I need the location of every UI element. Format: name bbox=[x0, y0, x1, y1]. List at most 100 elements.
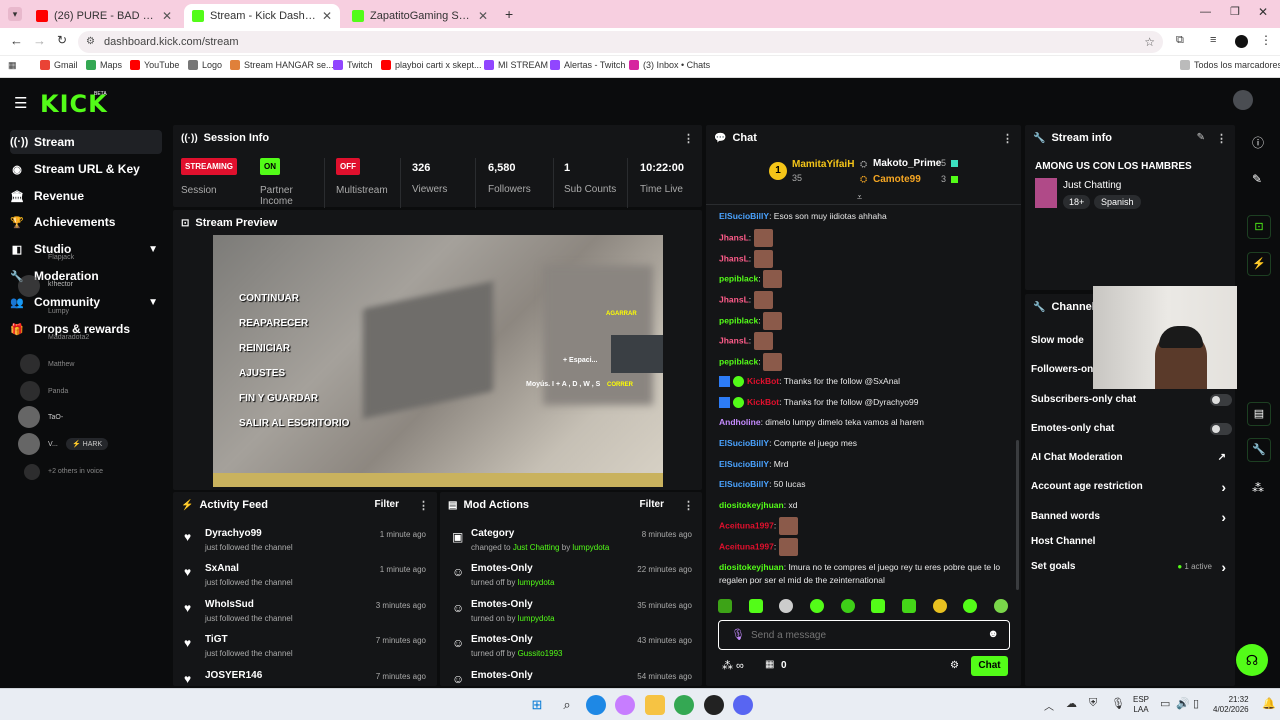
user-avatar[interactable] bbox=[1233, 90, 1253, 110]
more-options-icon[interactable]: ⋮ bbox=[418, 499, 429, 512]
list-item[interactable]: ♥ JOSYER146 7 minutes ago bbox=[180, 670, 432, 684]
edge-icon[interactable] bbox=[586, 695, 606, 715]
account-age-row[interactable]: Account age restriction › bbox=[1031, 479, 1226, 497]
bookmark-star-icon[interactable]: ☆ bbox=[1144, 31, 1155, 53]
ai-moderation-row[interactable]: AI Chat Moderation ↗ bbox=[1031, 452, 1226, 468]
chat-username[interactable]: KickBot bbox=[747, 397, 779, 407]
battery-icon[interactable]: ▯ bbox=[1193, 697, 1199, 710]
filter-button[interactable]: Filter bbox=[375, 499, 399, 510]
minimize-icon[interactable]: — bbox=[1200, 6, 1211, 18]
discord-icon[interactable] bbox=[733, 695, 753, 715]
emote-icon[interactable] bbox=[809, 599, 824, 613]
chat-settings-icon[interactable]: ⚙ bbox=[950, 660, 959, 671]
site-info-icon[interactable]: ⚙ bbox=[86, 31, 95, 53]
new-tab-icon[interactable]: + bbox=[505, 6, 513, 22]
category-name[interactable]: Just Chatting bbox=[1063, 180, 1121, 191]
list-item[interactable]: ☺ Emotes-Only 54 minutes ago bbox=[448, 670, 698, 684]
sidebar-item-revenue[interactable]: 🏛 Revenue bbox=[10, 184, 162, 208]
reload-icon[interactable]: ↻ bbox=[57, 33, 67, 47]
media-icon[interactable]: ≡ bbox=[1210, 34, 1216, 46]
chrome-icon[interactable] bbox=[674, 695, 694, 715]
chat-username[interactable]: pepiblack bbox=[719, 315, 758, 325]
close-icon[interactable]: ✕ bbox=[162, 9, 172, 23]
url-field[interactable]: ⚙ dashboard.kick.com/stream ☆ bbox=[78, 31, 1163, 53]
more-options-icon[interactable]: ⋮ bbox=[683, 499, 694, 512]
chat-username[interactable]: Aceituna1997 bbox=[719, 520, 774, 530]
emotes-only-row[interactable]: Emotes-only chat bbox=[1031, 423, 1232, 439]
subscribers-only-toggle[interactable] bbox=[1210, 394, 1232, 406]
collapse-icon[interactable]: ⩡ bbox=[857, 192, 862, 203]
set-goals-row[interactable]: Set goals ● 1 active › bbox=[1031, 559, 1226, 577]
edit-icon[interactable]: ✎ bbox=[1252, 172, 1262, 186]
chat-username[interactable]: pepiblack bbox=[719, 273, 758, 283]
subscribers-only-row[interactable]: Subscribers-only chat bbox=[1031, 394, 1232, 410]
emote-icon[interactable] bbox=[871, 599, 886, 613]
more-options-icon[interactable]: ⋮ bbox=[683, 132, 694, 145]
emote-icon[interactable] bbox=[963, 599, 978, 613]
screenshot-icon[interactable]: ⊡ bbox=[1247, 215, 1271, 239]
bookmark-mi-stream[interactable]: MI STREAM bbox=[484, 60, 548, 70]
chat-username[interactable]: ElSucioBillY bbox=[719, 479, 769, 489]
language-indicator[interactable]: ESP LAA bbox=[1133, 695, 1149, 715]
file-explorer-icon[interactable] bbox=[645, 695, 665, 715]
chat-username[interactable]: ElSucioBillY bbox=[719, 438, 769, 448]
chat-message-input[interactable] bbox=[751, 626, 981, 644]
search-icon[interactable]: ⌕ bbox=[557, 695, 577, 715]
bookmark-alertas[interactable]: Alertas - Twitch bbox=[550, 60, 625, 70]
tab-kick-dashboard[interactable]: Stream - Kick Dashboard ✕ bbox=[184, 4, 340, 28]
network-icon[interactable]: ▭ bbox=[1160, 697, 1170, 710]
channel-points-icon[interactable]: ⁂ ∞ bbox=[722, 659, 744, 672]
copilot-icon[interactable] bbox=[615, 695, 635, 715]
list-item[interactable]: ♥ WhoIsSud just followed the channel 3 m… bbox=[180, 599, 432, 635]
support-headset-icon[interactable]: ☊ bbox=[1236, 644, 1268, 676]
bookmark-hangar[interactable]: Stream HANGAR se... bbox=[230, 60, 334, 70]
tab-search-icon[interactable]: ▾ bbox=[8, 7, 22, 21]
chat-username[interactable]: JhansL bbox=[719, 232, 749, 242]
emote-icon[interactable] bbox=[779, 599, 794, 613]
info-icon[interactable]: ⓘ bbox=[1252, 134, 1264, 151]
banned-words-row[interactable]: Banned words › bbox=[1031, 509, 1226, 527]
emotes-only-toggle[interactable] bbox=[1210, 423, 1232, 435]
edit-icon[interactable]: ✎ bbox=[1197, 132, 1205, 143]
browser-menu-icon[interactable]: ⋮ bbox=[1260, 33, 1272, 47]
chat-username[interactable]: JhansL bbox=[719, 335, 749, 345]
chat-username[interactable]: diositokeyjhuan bbox=[719, 500, 784, 510]
list-item[interactable]: ▣ Category changed to Just Chatting by l… bbox=[448, 528, 698, 564]
bookmark-playboi[interactable]: playboi carti x skept... bbox=[381, 60, 482, 70]
hamburger-menu-icon[interactable]: ☰ bbox=[14, 94, 27, 112]
bookmark-twitch[interactable]: Twitch bbox=[333, 60, 373, 70]
chat-username[interactable]: Aceituna1997 bbox=[719, 541, 774, 551]
profile-avatar-icon[interactable] bbox=[1235, 35, 1248, 48]
chat-username[interactable]: JhansL bbox=[719, 253, 749, 263]
lightning-icon[interactable]: ⚡ bbox=[1247, 252, 1271, 276]
bookmark-maps[interactable]: Maps bbox=[86, 60, 122, 70]
microphone-icon[interactable]: 🎙 bbox=[1111, 697, 1125, 710]
list-item[interactable]: ♥ SxAnal just followed the channel 1 min… bbox=[180, 563, 432, 599]
emote-icon[interactable] bbox=[748, 599, 763, 613]
chat-username[interactable]: diositokeyjhuan bbox=[719, 562, 784, 572]
gift-box-icon[interactable]: ▦ bbox=[765, 659, 774, 670]
tab-youtube[interactable]: (26) PURE - BAD BUNNY X FAR... ✕ bbox=[28, 4, 180, 28]
bookmark-logo[interactable]: Logo bbox=[188, 60, 222, 70]
sidebar-item-studio[interactable]: ◧ Studio ▼ bbox=[10, 237, 162, 261]
leader-name[interactable]: Makoto_Prime bbox=[873, 158, 941, 169]
emote-icon[interactable] bbox=[932, 599, 947, 613]
host-channel-row[interactable]: Host Channel bbox=[1031, 536, 1226, 552]
chat-username[interactable]: Andholine bbox=[719, 417, 761, 427]
chat-username[interactable]: JhansL bbox=[719, 294, 749, 304]
bookmark-instagram[interactable]: (3) Inbox • Chats bbox=[629, 60, 710, 70]
list-item[interactable]: ♥ Dyrachyo99 just followed the channel 1… bbox=[180, 528, 432, 564]
list-item[interactable]: ☺ Emotes-Only turned off by Gussito1993 … bbox=[448, 634, 698, 670]
filter-button[interactable]: Filter bbox=[640, 499, 664, 510]
microphone-icon[interactable]: 🎙 bbox=[731, 628, 745, 641]
maximize-icon[interactable]: ❐ bbox=[1230, 5, 1240, 18]
volume-icon[interactable]: 🔊 bbox=[1176, 697, 1190, 710]
stream-video[interactable]: CONTINUAR REAPARECER REINICIAR AJUSTES F… bbox=[213, 235, 663, 487]
send-chat-button[interactable]: Chat bbox=[971, 656, 1008, 676]
list-item[interactable]: ♥ TiGT just followed the channel 7 minut… bbox=[180, 634, 432, 670]
notification-bell-icon[interactable]: 🔔 bbox=[1262, 697, 1276, 710]
emote-icon[interactable] bbox=[840, 599, 855, 613]
leader-name[interactable]: Camote99 bbox=[873, 174, 921, 185]
apps-icon[interactable]: ▦ bbox=[8, 60, 17, 71]
chat-scrollbar[interactable] bbox=[1016, 440, 1019, 590]
